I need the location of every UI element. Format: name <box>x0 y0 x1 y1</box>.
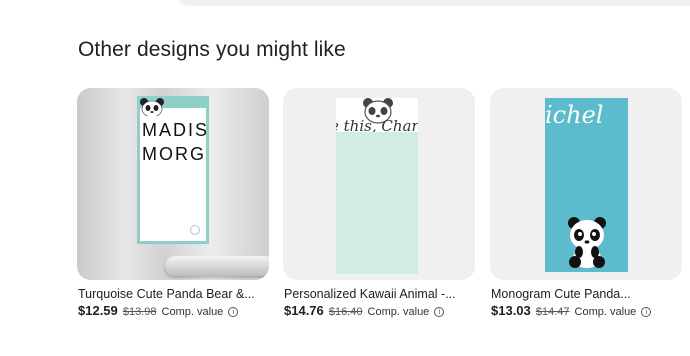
notepad-script-text: ichel <box>545 101 604 129</box>
product-title[interactable]: Monogram Cute Panda... <box>491 287 681 301</box>
panda-icon <box>568 217 606 268</box>
comp-value-label: Comp. value <box>367 306 430 318</box>
original-price: $16.40 <box>328 306 363 318</box>
product-card[interactable]: MADIS MORGA Turquoise Cute Panda Bear &.… <box>77 88 269 318</box>
sale-price: $13.03 <box>491 303 531 318</box>
panda-icon <box>190 225 200 235</box>
original-price: $14.47 <box>535 306 570 318</box>
comp-value-label: Comp. value <box>161 306 224 318</box>
product-image[interactable]: e this, Charl <box>283 88 475 280</box>
price-row: $13.03 $14.47 Comp. value i <box>491 303 652 318</box>
info-circle-icon[interactable]: i <box>641 307 652 317</box>
original-price: $13.98 <box>122 306 157 318</box>
price-row: $12.59 $13.98 Comp. value i <box>78 303 239 318</box>
notepad-image: ichel <box>545 98 628 272</box>
comp-value-label: Comp. value <box>574 306 637 318</box>
product-card[interactable]: e this, Charl Personalized Kawaii Animal… <box>283 88 475 318</box>
info-circle-icon[interactable]: i <box>228 307 239 317</box>
section-title: Other designs you might like <box>78 38 346 61</box>
product-title[interactable]: Turquoise Cute Panda Bear &... <box>78 287 268 301</box>
fridge-handle <box>165 256 269 276</box>
panda-icon <box>140 98 164 116</box>
info-circle-icon[interactable]: i <box>434 307 445 317</box>
product-card[interactable]: ichel Monogram Cute Panda... $13.03 $14.… <box>490 88 682 318</box>
notepad-script-text: e this, Charl <box>336 117 418 132</box>
price-row: $14.76 $16.40 Comp. value i <box>284 303 445 318</box>
product-image[interactable]: MADIS MORGA <box>77 88 269 280</box>
notepad-image: MADIS MORGA <box>137 96 209 244</box>
sale-price: $12.59 <box>78 303 118 318</box>
sale-price: $14.76 <box>284 303 324 318</box>
search-bar[interactable] <box>176 0 690 6</box>
notepad-image: e this, Charl <box>336 98 418 274</box>
product-image[interactable]: ichel <box>490 88 682 280</box>
notepad-name-text: MADIS MORGA <box>142 120 206 164</box>
product-title[interactable]: Personalized Kawaii Animal -... <box>284 287 474 301</box>
